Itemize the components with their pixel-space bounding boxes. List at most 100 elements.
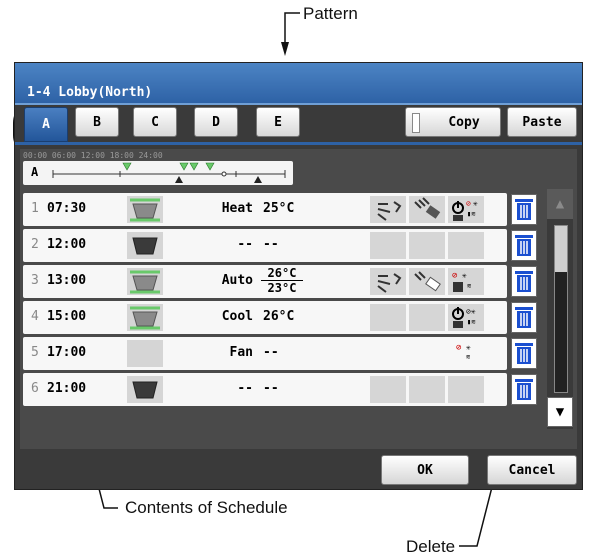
schedule-row-6[interactable]: 6 21:00 -- --	[23, 373, 507, 406]
empty-cell	[370, 376, 406, 403]
delete-row-3-button[interactable]	[511, 266, 537, 297]
copy-indicator	[412, 113, 420, 133]
timeline-graphic	[52, 162, 286, 183]
onoff-setback-icon: ⊘✳ ▮≋	[448, 196, 484, 223]
trash-icon	[515, 342, 533, 364]
tab-pattern-a[interactable]: A	[24, 107, 68, 142]
temp-high: 26°C	[261, 266, 303, 281]
delete-callout-label: Delete	[406, 537, 456, 556]
delete-row-6-button[interactable]	[511, 374, 537, 405]
onoff-setback-icon: ⊘ ✳ ≋	[448, 340, 484, 367]
row-temperature-range: 26°C 23°C	[261, 266, 303, 295]
paste-button[interactable]: Paste	[507, 107, 577, 137]
pattern-callout-label: Pattern	[303, 4, 358, 23]
copy-button[interactable]: Copy	[405, 107, 501, 137]
schedule-row-2[interactable]: 2 12:00 -- --	[23, 229, 507, 262]
row-time: 12:00	[47, 237, 87, 252]
row-number: 1	[31, 201, 39, 216]
svg-text:≋: ≋	[466, 353, 470, 361]
indoor-unit-empty	[127, 340, 163, 367]
row-temperature: --	[263, 381, 279, 396]
row-time: 15:00	[47, 309, 87, 324]
svg-text:⊘: ⊘	[452, 271, 457, 281]
row-number: 4	[31, 309, 39, 324]
window-title: 1-4 Lobby(North)	[27, 85, 153, 100]
scroll-up-button[interactable]: ▲	[547, 189, 573, 219]
empty-cell	[448, 376, 484, 403]
ok-button[interactable]: OK	[381, 455, 469, 485]
empty-cell	[409, 376, 445, 403]
trash-icon	[515, 306, 533, 328]
row-mode: --	[237, 381, 253, 396]
row-temperature: 25°C	[263, 201, 295, 216]
indoor-unit-on-icon	[127, 268, 163, 295]
delete-row-5-button[interactable]	[511, 338, 537, 369]
row-time: 07:30	[47, 201, 87, 216]
empty-cell	[370, 304, 406, 331]
contents-callout-label: Contents of Schedule	[125, 498, 288, 517]
scroll-track[interactable]	[554, 225, 568, 393]
empty-cell	[370, 232, 406, 259]
tab-pattern-b[interactable]: B	[75, 107, 119, 137]
row-number: 5	[31, 345, 39, 360]
svg-text:▮≋: ▮≋	[467, 210, 475, 218]
empty-cell	[448, 232, 484, 259]
cancel-button[interactable]: Cancel	[487, 455, 577, 485]
row-number: 3	[31, 273, 39, 288]
schedule-row-3[interactable]: 3 13:00 Auto 26°C 23°C ⊘ ✳ ≋	[23, 265, 507, 298]
fan-speed-icon	[409, 268, 445, 295]
tab-pattern-d[interactable]: D	[194, 107, 238, 137]
delete-row-4-button[interactable]	[511, 302, 537, 333]
row-time: 13:00	[47, 273, 87, 288]
airflow-direction-icon	[370, 196, 406, 223]
tab-pattern-c[interactable]: C	[133, 107, 177, 137]
indoor-unit-on-icon	[127, 304, 163, 331]
row-temperature: 26°C	[263, 309, 295, 324]
svg-text:✳: ✳	[473, 199, 478, 208]
title-bar: 1-4 Lobby(North)	[15, 63, 582, 105]
timeline-ticks: 00:00 06:00 12:00 18:00 24:00	[23, 151, 163, 160]
row-time: 17:00	[47, 345, 87, 360]
tab-underline	[15, 142, 582, 145]
scroll-down-button[interactable]: ▼	[547, 397, 573, 427]
scroll-thumb[interactable]	[555, 226, 567, 272]
onoff-setback-icon: ⊘ ✳ ≋	[448, 268, 484, 295]
row-temperature: --	[263, 345, 279, 360]
fan-speed-icon	[409, 196, 445, 223]
row-mode: Fan	[229, 345, 253, 360]
dialog-footer: OK Cancel	[15, 453, 582, 489]
empty-cell	[409, 232, 445, 259]
trash-icon	[515, 198, 533, 220]
schedule-window: 1-4 Lobby(North) A B C D E Copy Paste 00…	[14, 62, 583, 490]
indoor-unit-off-icon	[127, 376, 163, 403]
delete-row-2-button[interactable]	[511, 230, 537, 261]
onoff-setback-icon: ⊘✳ ▮≋	[448, 304, 484, 331]
temp-low: 23°C	[267, 281, 297, 295]
airflow-direction-icon	[370, 268, 406, 295]
indoor-unit-off-icon	[127, 232, 163, 259]
empty-cell	[409, 304, 445, 331]
schedule-row-5[interactable]: 5 17:00 Fan -- ⊘ ✳ ≋	[23, 337, 507, 370]
row-mode: Cool	[221, 309, 253, 324]
row-time: 21:00	[47, 381, 87, 396]
tab-pattern-e[interactable]: E	[256, 107, 300, 137]
trash-icon	[515, 234, 533, 256]
svg-text:⊘: ⊘	[456, 343, 461, 353]
row-number: 2	[31, 237, 39, 252]
schedule-content: 00:00 06:00 12:00 18:00 24:00 A 1 07:30 …	[20, 149, 577, 449]
pattern-timeline: 00:00 06:00 12:00 18:00 24:00 A	[23, 151, 293, 185]
row-number: 6	[31, 381, 39, 396]
row-mode: Auto	[221, 273, 253, 288]
delete-row-1-button[interactable]	[511, 194, 537, 225]
svg-text:✳: ✳	[462, 271, 467, 280]
row-mode: --	[237, 237, 253, 252]
svg-text:≋: ≋	[467, 282, 471, 290]
svg-text:✳: ✳	[466, 343, 471, 352]
schedule-scrollbar[interactable]: ▲ ▼	[547, 189, 573, 429]
row-mode: Heat	[221, 201, 253, 216]
indoor-unit-on-icon	[127, 196, 163, 223]
schedule-row-4[interactable]: 4 15:00 Cool 26°C ⊘✳ ▮≋	[23, 301, 507, 334]
svg-text:⊘✳: ⊘✳	[466, 307, 476, 316]
schedule-row-1[interactable]: 1 07:30 Heat 25°C ⊘ ✳ ▮≋	[23, 193, 507, 226]
copy-button-label: Copy	[448, 114, 480, 130]
